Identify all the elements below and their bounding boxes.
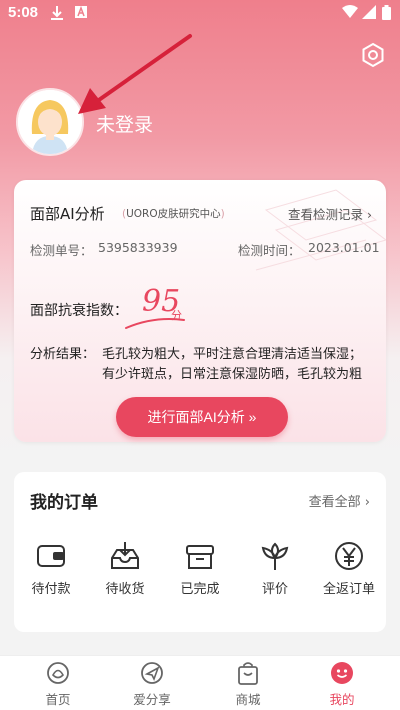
order-review[interactable]: 评价 <box>238 540 312 604</box>
wallet-icon <box>37 545 65 567</box>
annotation-arrow <box>78 34 192 114</box>
test-number-label: 检测单号： <box>30 243 93 258</box>
flower-icon <box>261 542 289 570</box>
ai-analysis-card: 面部AI分析 (UORO皮肤研究中心) 查看检测记录 › 检测单号： 53958… <box>14 180 386 442</box>
bottom-tab-bar: 首页 爱分享 商城 我的 <box>0 655 400 710</box>
anti-aging-index-label: 面部抗衰指数： <box>30 303 128 319</box>
analysis-result-line-1: 毛孔较为粗大，平时注意合理清洁适当保湿； <box>102 347 363 362</box>
tab-label: 我的 <box>329 692 355 707</box>
test-number-value: 5395833939 <box>98 240 178 255</box>
inbox-download-icon <box>111 542 139 569</box>
tab-label: 商城 <box>235 692 261 707</box>
chevron-right-icon: › <box>367 207 372 222</box>
analysis-result-label: 分析结果： <box>30 347 96 362</box>
shopping-bag-icon <box>238 662 258 685</box>
chevron-right-icon: › <box>364 495 370 510</box>
analysis-result-line-2: 有少许斑点，日常注意保湿防晒，毛孔较为粗 <box>102 367 363 382</box>
settings-gear-icon[interactable] <box>360 42 386 68</box>
signal-icon <box>362 5 376 19</box>
app-notification-icon <box>75 5 87 18</box>
my-orders-card: 我的订单 查看全部 › 待付款 待收货 已完成 评价 全返订单 <box>14 472 386 632</box>
battery-icon <box>382 5 391 20</box>
test-time-label: 检测时间： <box>238 243 301 258</box>
order-pending-payment[interactable]: 待付款 <box>14 540 88 604</box>
brand-badge: (UORO皮肤研究中心) <box>122 206 225 221</box>
tab-share[interactable]: 爱分享 <box>112 660 192 708</box>
order-status-label: 评价 <box>261 582 288 597</box>
order-status-label: 全返订单 <box>322 582 375 597</box>
laurel-right-icon: ) <box>220 208 225 220</box>
view-all-orders-link[interactable]: 查看全部 › <box>309 491 370 510</box>
view-all-label: 查看全部 <box>308 495 361 510</box>
view-records-label: 查看检测记录 <box>288 207 364 222</box>
brand-label: UORO皮肤研究中心 <box>126 208 221 220</box>
order-status-label: 待付款 <box>31 582 71 597</box>
tab-home[interactable]: 首页 <box>18 660 98 708</box>
status-time: 5:08 <box>8 4 39 21</box>
tab-mall[interactable]: 商城 <box>208 660 288 708</box>
order-status-label: 待收货 <box>105 582 145 597</box>
test-time-value: 2023.01.01 <box>308 240 380 255</box>
score-underline-swoosh <box>125 318 185 329</box>
share-icon <box>141 662 163 684</box>
download-icon <box>51 6 63 20</box>
tab-label: 爱分享 <box>133 692 171 707</box>
order-completed[interactable]: 已完成 <box>163 540 237 604</box>
order-pending-receipt[interactable]: 待收货 <box>88 540 162 604</box>
start-ai-analysis-button[interactable]: 进行面部AI分析 » <box>116 397 288 437</box>
box-icon <box>186 545 214 569</box>
home-icon <box>47 662 69 684</box>
tab-label: 首页 <box>45 692 71 707</box>
order-full-rebate[interactable]: 全返订单 <box>312 540 386 604</box>
ai-card-title: 面部AI分析 <box>30 205 105 223</box>
order-status-label: 已完成 <box>180 582 220 597</box>
status-bar: 5:08 <box>0 0 400 28</box>
profile-smile-icon <box>331 662 353 684</box>
wifi-icon <box>342 5 358 18</box>
orders-title: 我的订单 <box>30 493 98 513</box>
tab-mine[interactable]: 我的 <box>302 660 382 708</box>
yen-coin-icon <box>335 542 363 570</box>
view-records-link[interactable]: 查看检测记录 › <box>288 204 372 223</box>
